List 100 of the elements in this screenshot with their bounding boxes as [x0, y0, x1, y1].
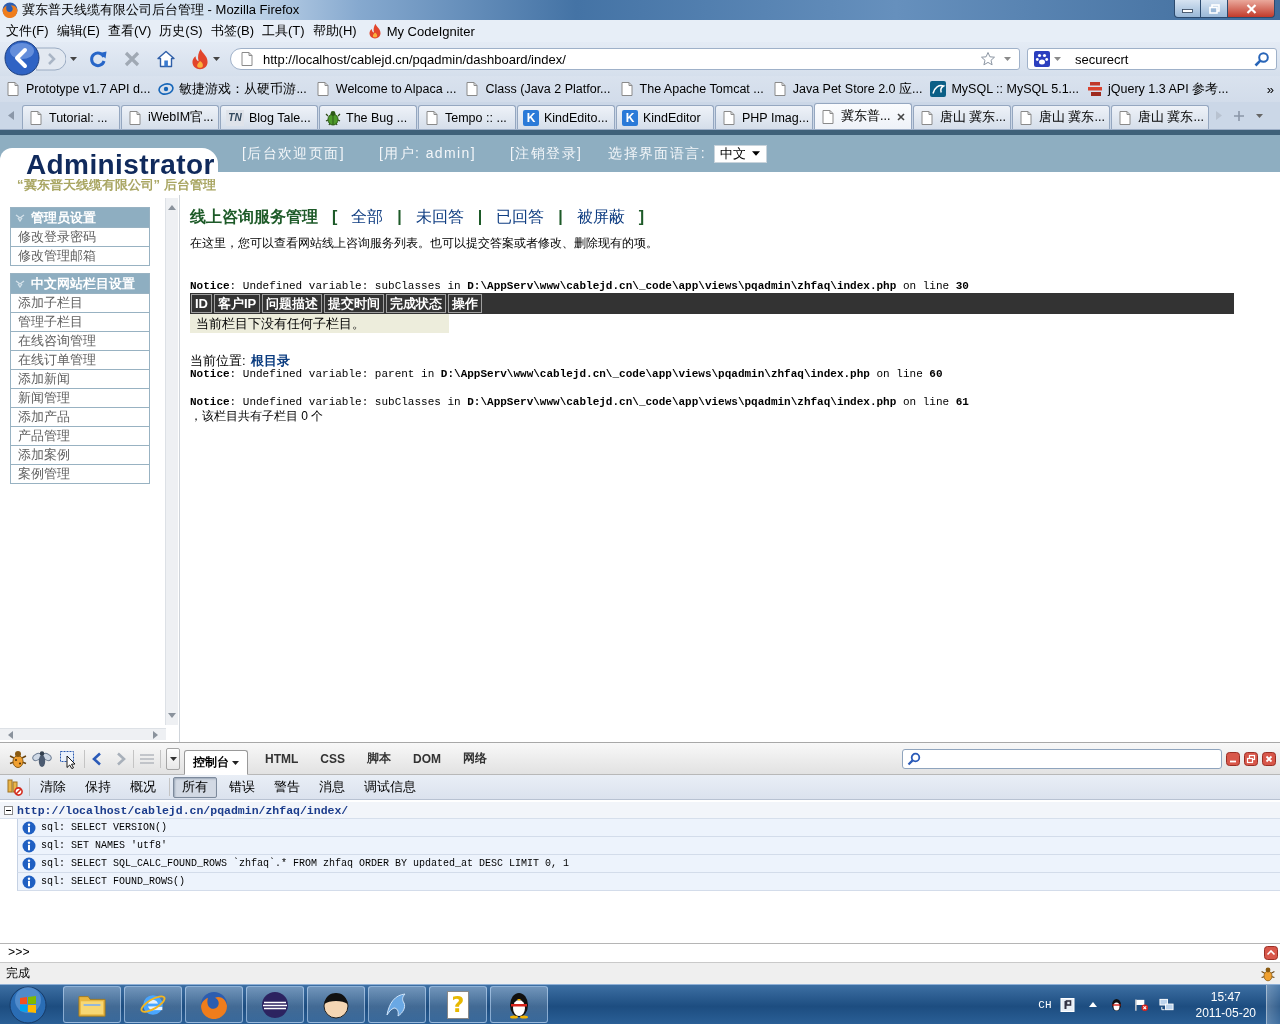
- search-field[interactable]: [902, 748, 1222, 769]
- horizontal-scrollbar[interactable]: [0, 728, 166, 740]
- language-select[interactable]: 中文: [713, 144, 767, 163]
- collapse-icon[interactable]: [4, 805, 13, 815]
- sidebar-link[interactable]: 管理子栏目: [11, 312, 149, 331]
- bookmark-item[interactable]: MySQL :: MySQL 5.1...: [930, 81, 1080, 97]
- filter-button[interactable]: 错误: [222, 776, 262, 798]
- sidebar-link[interactable]: 新闻管理: [11, 388, 149, 407]
- home-icon[interactable]: [157, 50, 175, 68]
- log-group-url[interactable]: http://localhost/cablejd.cn/pqadmin/zhfaq/index/: [17, 803, 349, 817]
- close-button[interactable]: [1228, 0, 1275, 18]
- sidebar-link[interactable]: 产品管理: [11, 426, 149, 445]
- console-button[interactable]: 概况: [123, 776, 163, 798]
- clear-console-icon[interactable]: [7, 778, 23, 796]
- filter-button[interactable]: 消息: [312, 776, 352, 798]
- console-button[interactable]: 保持: [78, 776, 118, 798]
- back-icon[interactable]: [90, 751, 104, 766]
- panel-tab[interactable]: 网络: [454, 746, 496, 771]
- back-icon[interactable]: [4, 40, 40, 76]
- history-caret-icon[interactable]: [70, 57, 77, 61]
- menu-item[interactable]: 编辑(E): [52, 21, 104, 41]
- browser-tab[interactable]: 唐山 冀东...: [1012, 105, 1110, 129]
- sidebar-link[interactable]: 在线订单管理: [11, 350, 149, 369]
- bookmark-item[interactable]: Class (Java 2 Platfor...: [464, 81, 611, 97]
- caret-icon[interactable]: [213, 57, 220, 61]
- browser-tab[interactable]: Tutorial: ...: [22, 105, 120, 129]
- browser-tab[interactable]: The Bug ...: [319, 105, 417, 129]
- tab-list-caret-icon[interactable]: [1256, 113, 1263, 118]
- panel-tab[interactable]: HTML: [256, 746, 308, 771]
- filter-button[interactable]: 警告: [267, 776, 307, 798]
- sidebar-link[interactable]: 修改管理邮箱: [11, 246, 149, 265]
- firebug-icon[interactable]: [8, 748, 28, 769]
- browser-tab[interactable]: PHP Imag...: [715, 105, 813, 129]
- reload-icon[interactable]: [89, 50, 107, 68]
- sidebar-link[interactable]: 添加子栏目: [11, 293, 149, 312]
- scroll-right-icon[interactable]: [153, 730, 158, 739]
- bookmark-item[interactable]: Prototype v1.7 API d...: [5, 81, 151, 97]
- winged-bug-icon[interactable]: [32, 748, 52, 769]
- panel-tab[interactable]: DOM: [404, 746, 450, 771]
- browser-tab[interactable]: 唐山 冀东...: [913, 105, 1011, 129]
- browser-tab[interactable]: iWebIM官...: [121, 105, 219, 129]
- scroll-down-icon[interactable]: [168, 713, 176, 718]
- input-method-icon[interactable]: [1059, 997, 1075, 1012]
- toggle-editor-icon[interactable]: [1264, 946, 1278, 960]
- close-icon[interactable]: [896, 111, 906, 122]
- filter-link[interactable]: 全部: [351, 206, 384, 228]
- filter-link[interactable]: 已回答: [496, 206, 545, 228]
- flag-icon[interactable]: [1133, 997, 1149, 1012]
- filter-button[interactable]: 调试信息: [357, 776, 423, 798]
- bookmark-item[interactable]: jQuery 1.3 API 参考...: [1087, 80, 1229, 98]
- vertical-scrollbar[interactable]: [165, 198, 178, 725]
- bookmark-item[interactable]: Java Pet Store 2.0 应...: [771, 80, 923, 98]
- menu-item[interactable]: 工具(T): [258, 21, 309, 41]
- more-bookmarks-chevron[interactable]: »: [1266, 81, 1274, 97]
- menu-item[interactable]: 历史(S): [155, 21, 207, 41]
- bookmark-item[interactable]: Welcome to Alpaca ...: [314, 81, 457, 97]
- sidebar-link[interactable]: 在线咨询管理: [11, 331, 149, 350]
- panel-tab[interactable]: 脚本: [358, 746, 400, 771]
- forward-icon[interactable]: [36, 47, 66, 71]
- search-field[interactable]: securecrt: [1027, 48, 1277, 70]
- close-icon[interactable]: [1262, 751, 1276, 766]
- breadcrumb-link[interactable]: 根目录: [250, 353, 290, 368]
- clock-date[interactable]: 2011-05-20: [1195, 1004, 1256, 1021]
- scroll-left-icon[interactable]: [8, 730, 13, 739]
- panel-menu-button[interactable]: [166, 747, 180, 770]
- filter-button[interactable]: 所有: [173, 776, 217, 798]
- menu-item[interactable]: 书签(B): [206, 21, 258, 41]
- input-language-indicator[interactable]: CH: [1038, 998, 1052, 1011]
- network-icon[interactable]: [1158, 997, 1174, 1012]
- start-icon[interactable]: [9, 985, 47, 1024]
- clock-time[interactable]: 15:47: [1210, 988, 1241, 1005]
- sidebar-link[interactable]: 添加新闻: [11, 369, 149, 388]
- show-hidden-icons-icon[interactable]: [1088, 1002, 1097, 1007]
- console-button[interactable]: 清除: [33, 776, 73, 798]
- sidebar-link[interactable]: 修改登录密码: [11, 227, 149, 246]
- restore-button[interactable]: [1201, 0, 1228, 18]
- caret-icon[interactable]: [1004, 57, 1011, 61]
- firebug-icon[interactable]: [1260, 965, 1276, 982]
- caret-icon[interactable]: [1054, 57, 1061, 61]
- show-desktop-button[interactable]: [1266, 985, 1280, 1024]
- browser-tab[interactable]: K KindEditor: [616, 105, 714, 129]
- browser-tab[interactable]: 冀东普...: [814, 103, 912, 129]
- taskbar-button[interactable]: [490, 986, 548, 1023]
- sidebar-link[interactable]: 案例管理: [11, 464, 149, 483]
- detach-icon[interactable]: [1244, 751, 1258, 766]
- bookmark-item[interactable]: The Apache Tomcat ...: [618, 81, 764, 97]
- paw-icon[interactable]: [1034, 51, 1050, 67]
- bookmark-star-icon[interactable]: [980, 51, 996, 67]
- sidebar-link[interactable]: 添加案例: [11, 445, 149, 464]
- search-icon[interactable]: [1254, 51, 1270, 67]
- minimize-button[interactable]: [1174, 0, 1201, 18]
- log-group-header[interactable]: http://localhost/cablejd.cn/pqadmin/zhfaq/index/: [0, 802, 1280, 819]
- minimize-icon[interactable]: [1226, 751, 1240, 766]
- panel-tab[interactable]: CSS: [311, 746, 354, 771]
- taskbar-button[interactable]: [246, 986, 304, 1023]
- menu-item[interactable]: 文件(F): [2, 21, 53, 41]
- menu-item[interactable]: 帮助(H): [308, 21, 361, 41]
- browser-tab[interactable]: K KindEdito...: [517, 105, 615, 129]
- browser-tab[interactable]: Tempo :: ...: [418, 105, 516, 129]
- filter-link[interactable]: 未回答: [415, 206, 464, 228]
